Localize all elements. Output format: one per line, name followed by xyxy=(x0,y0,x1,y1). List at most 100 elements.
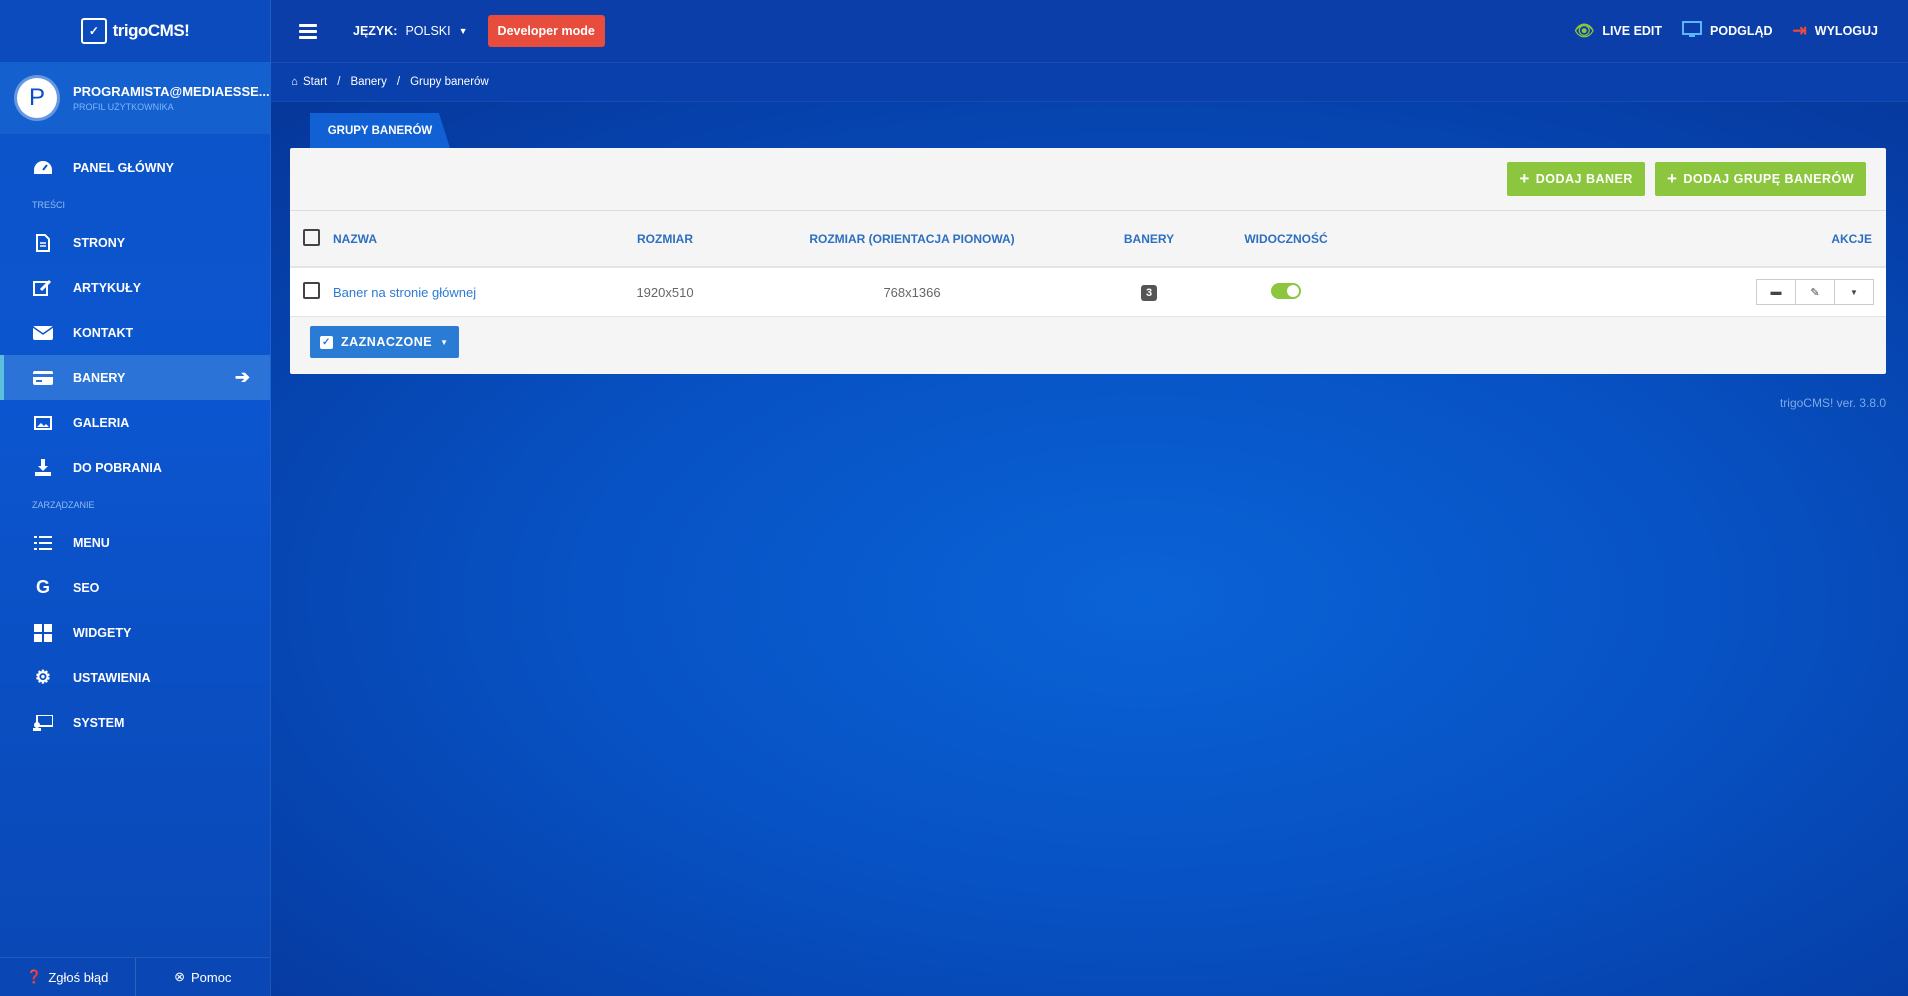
version-label: trigoCMS! ver. 3.8.0 xyxy=(1779,396,1886,410)
live-edit-label: LIVE EDIT xyxy=(1602,24,1663,38)
content-panel: + DODAJ BANER + DODAJ GRUPĘ BANERÓW NAZW… xyxy=(290,148,1886,374)
live-edit-link[interactable]: 👁 LIVE EDIT xyxy=(1574,21,1662,41)
sidebar-item-label: DO POBRANIA xyxy=(73,460,162,475)
arrow-right-icon: ➔ xyxy=(234,367,250,387)
sidebar-item-label: STRONY xyxy=(73,235,126,250)
gears-icon: ⚙ xyxy=(34,667,52,687)
avatar: P xyxy=(17,78,57,118)
app-logo[interactable]: ✓ trigoCMS! xyxy=(80,18,190,44)
user-profile[interactable]: P PROGRAMISTA@MEDIAESSE... PROFIL UŻYTKO… xyxy=(0,62,270,134)
add-banner-button[interactable]: + DODAJ BANER xyxy=(1507,162,1645,196)
report-bug-button[interactable]: ❓ Zgłoś błąd xyxy=(0,958,136,996)
more-actions-dropdown[interactable]: ▼ xyxy=(1835,279,1874,305)
sidebar-item-widgets[interactable]: WIDGETY xyxy=(0,610,270,655)
banners-list-button[interactable]: ▬ xyxy=(1756,279,1796,305)
breadcrumb-banners[interactable]: Banery xyxy=(350,76,386,88)
row-actions-cell: ▬ ✎ ▼ xyxy=(1362,267,1886,317)
dashboard-icon xyxy=(32,157,54,179)
col-size-portrait[interactable]: ROZMIAR (ORIENTACJA PIONOWA) xyxy=(736,211,1088,268)
envelope-icon xyxy=(32,322,54,344)
row-size: 1920x510 xyxy=(594,267,736,317)
visibility-toggle[interactable] xyxy=(1271,282,1301,299)
col-name[interactable]: NAZWA xyxy=(332,211,594,268)
home-icon: ⌂ xyxy=(291,76,298,88)
sidebar-footer: ❓ Zgłoś błąd ⊗ Pomoc xyxy=(0,957,270,996)
caret-down-icon: ▼ xyxy=(458,26,468,36)
row-name-cell: Baner na stronie głównej xyxy=(332,267,594,317)
logo-bar: ✓ trigoCMS! xyxy=(0,0,270,62)
col-visibility[interactable]: WIDOCZNOŚĆ xyxy=(1210,211,1362,268)
edit-button[interactable]: ✎ xyxy=(1796,279,1835,305)
sidebar-item-label: WIDGETY xyxy=(73,625,132,640)
help-label: Pomoc xyxy=(190,969,232,985)
section-management: ZARZĄDZANIE xyxy=(32,500,95,510)
sidebar-item-label: ARTYKUŁY xyxy=(73,280,142,295)
sidebar-item-label: GALERIA xyxy=(73,415,130,430)
preview-link[interactable]: PODGLĄD xyxy=(1682,21,1773,41)
list-icon xyxy=(32,532,54,554)
table-header-row: NAZWA ROZMIAR ROZMIAR (ORIENTACJA PIONOW… xyxy=(290,211,1886,268)
sidebar-item-contact[interactable]: KONTAKT xyxy=(0,310,270,355)
sidebar-item-label: SYSTEM xyxy=(73,715,125,730)
sidebar-item-label: KONTAKT xyxy=(73,325,134,340)
hamburger-icon[interactable] xyxy=(299,23,317,39)
breadcrumb-start[interactable]: Start xyxy=(303,76,327,88)
sidebar-item-menu[interactable]: MENU xyxy=(0,520,270,565)
breadcrumb-current: Grupy banerów xyxy=(410,76,489,88)
col-banners[interactable]: BANERY xyxy=(1088,211,1210,268)
developer-mode-button[interactable]: Developer mode xyxy=(487,15,605,47)
row-visibility-cell xyxy=(1210,267,1362,317)
monitor-icon xyxy=(1682,21,1703,41)
sidebar-nav: PANEL GŁÓWNY TREŚCI STRONY ARTYKUŁY KONT… xyxy=(0,134,270,745)
row-checkbox[interactable] xyxy=(302,282,320,299)
section-content: TREŚCI xyxy=(32,200,66,210)
plus-icon: + xyxy=(1519,169,1530,188)
pencil-icon: ✎ xyxy=(1810,286,1820,299)
lifebuoy-icon: ⊗ xyxy=(174,969,185,984)
preview-label: PODGLĄD xyxy=(1710,24,1773,38)
logo-text: trigoCMS! xyxy=(112,21,190,40)
sidebar: ✓ trigoCMS! P PROGRAMISTA@MEDIAESSE... P… xyxy=(0,0,271,996)
row-actions: ▬ ✎ ▼ xyxy=(1756,279,1874,305)
language-selector[interactable]: JĘZYK: POLSKI ▼ xyxy=(353,24,468,38)
sidebar-item-articles[interactable]: ARTYKUŁY xyxy=(0,265,270,310)
logout-icon: ⇥ xyxy=(1792,21,1807,40)
sidebar-item-settings[interactable]: ⚙ USTAWIENIA xyxy=(0,655,270,700)
sidebar-item-gallery[interactable]: GALERIA xyxy=(0,400,270,445)
selected-label: ZAZNACZONE xyxy=(341,335,433,349)
download-icon xyxy=(32,457,54,479)
card-icon xyxy=(32,367,54,389)
system-icon xyxy=(32,712,54,734)
user-name: PROGRAMISTA@MEDIAESSE... xyxy=(73,84,270,99)
select-all-checkbox[interactable] xyxy=(302,228,320,246)
grid-icon xyxy=(32,622,54,644)
sidebar-item-panel[interactable]: PANEL GŁÓWNY xyxy=(0,145,270,190)
breadcrumb: ⌂ Start / Banery / Grupy banerów xyxy=(271,63,1908,102)
table-row: Baner na stronie głównej 1920x510 768x13… xyxy=(290,267,1886,317)
report-bug-label: Zgłoś błąd xyxy=(48,969,109,985)
row-size-portrait: 768x1366 xyxy=(736,267,1088,317)
google-icon: G xyxy=(35,577,50,597)
sidebar-item-system[interactable]: SYSTEM xyxy=(0,700,270,745)
logout-label: WYLOGUJ xyxy=(1814,24,1878,38)
eye-icon: 👁 xyxy=(1574,23,1595,40)
edit-icon xyxy=(32,277,54,299)
help-button[interactable]: ⊗ Pomoc xyxy=(136,958,271,996)
select-all-header xyxy=(290,211,332,268)
plus-icon: + xyxy=(1666,169,1678,188)
banners-count-badge: 3 xyxy=(1140,284,1158,301)
sidebar-item-pages[interactable]: STRONY xyxy=(0,220,270,265)
sidebar-item-downloads[interactable]: DO POBRANIA xyxy=(0,445,270,490)
logout-link[interactable]: ⇥ WYLOGUJ xyxy=(1793,21,1878,41)
row-name-link[interactable]: Baner na stronie głównej xyxy=(333,285,476,300)
file-icon xyxy=(32,232,54,254)
language-label: JĘZYK: xyxy=(353,24,398,38)
sidebar-item-label: SEO xyxy=(73,580,100,595)
col-size[interactable]: ROZMIAR xyxy=(594,211,736,268)
selected-actions-button[interactable]: ✓ ZAZNACZONE ▼ xyxy=(310,326,459,358)
user-profile-link[interactable]: PROFIL UŻYTKOWNIKA xyxy=(73,102,270,112)
tab-banner-groups[interactable]: GRUPY BANERÓW xyxy=(310,113,450,148)
sidebar-item-seo[interactable]: G SEO xyxy=(0,565,270,610)
sidebar-item-banners[interactable]: BANERY ➔ xyxy=(0,355,270,400)
add-banner-group-button[interactable]: + DODAJ GRUPĘ BANERÓW xyxy=(1654,162,1866,196)
